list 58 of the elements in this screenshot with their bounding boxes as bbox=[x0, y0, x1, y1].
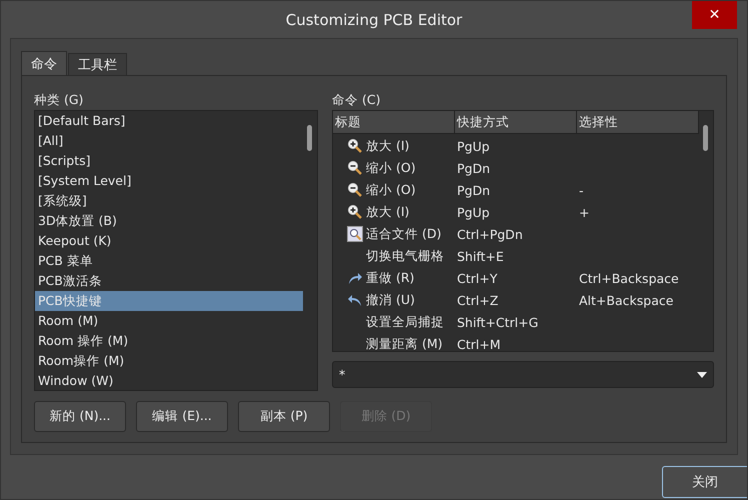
undo-arrow-icon bbox=[347, 293, 363, 307]
table-cell: Ctrl+M bbox=[457, 336, 500, 351]
category-item[interactable]: PCB 菜单 bbox=[35, 251, 303, 271]
zoom-out-icon bbox=[347, 182, 363, 198]
category-item[interactable]: [Default Bars] bbox=[35, 111, 303, 131]
dropdown-caret-icon bbox=[697, 372, 707, 378]
category-item[interactable]: Room操作 (M) bbox=[35, 351, 303, 371]
table-cell: Ctrl+Backspace bbox=[579, 270, 679, 286]
table-cell: 放大 (I) bbox=[366, 204, 410, 220]
table-cell: 切换电气栅格 bbox=[366, 248, 444, 264]
table-label: 命令 (C) bbox=[332, 91, 380, 109]
table-cell: PgUp bbox=[457, 138, 490, 154]
list-label: 种类 (G) bbox=[34, 91, 84, 109]
category-item[interactable]: [All] bbox=[35, 131, 303, 151]
table-cell: Shift+E bbox=[457, 248, 504, 264]
table-cell: 适合文件 (D) bbox=[366, 226, 442, 242]
close-dialog-button[interactable]: 关闭 bbox=[662, 466, 747, 498]
table-cell: 撤消 (U) bbox=[366, 292, 415, 308]
table-cell: Ctrl+Y bbox=[457, 270, 498, 286]
filter-dropdown[interactable]: * bbox=[332, 361, 714, 388]
action-button[interactable]: 新的 (N)... bbox=[34, 401, 126, 432]
zoom-in-icon bbox=[347, 204, 363, 220]
table-cell: 放大 (I) bbox=[366, 138, 410, 154]
fit-document-icon bbox=[347, 226, 363, 242]
category-item[interactable]: Window (W) bbox=[35, 371, 303, 390]
category-item[interactable]: 3D体放置 (B) bbox=[35, 211, 303, 231]
redo-arrow-icon bbox=[347, 271, 363, 285]
category-item[interactable]: [System Level] bbox=[35, 171, 303, 191]
zoom-out-icon bbox=[347, 160, 363, 176]
table-cell: 设置全局捕捉 bbox=[366, 314, 444, 330]
zoom-in-icon bbox=[347, 138, 363, 154]
tab[interactable]: 工具栏 bbox=[68, 53, 127, 75]
table-cell: - bbox=[579, 182, 584, 198]
category-item[interactable]: Keepout (K) bbox=[35, 231, 303, 251]
table-cell: 测量距离 (M) bbox=[366, 336, 443, 351]
window-title: Customizing PCB Editor bbox=[286, 10, 462, 28]
category-item[interactable]: [Scripts] bbox=[35, 151, 303, 171]
category-item[interactable]: [系统级] bbox=[35, 191, 303, 211]
table-cell: + bbox=[579, 204, 590, 220]
table-cell: Ctrl+PgDn bbox=[457, 226, 523, 242]
column-header[interactable]: 标题 bbox=[333, 111, 455, 133]
action-button[interactable]: 编辑 (E)... bbox=[136, 401, 228, 432]
action-button[interactable]: 副本 (P) bbox=[238, 401, 330, 432]
table-cell: PgDn bbox=[457, 160, 490, 176]
table-cell: PgUp bbox=[457, 204, 490, 220]
close-button[interactable]: ✕ bbox=[692, 1, 737, 29]
category-item[interactable]: Room (M) bbox=[35, 311, 303, 331]
tab[interactable]: 命令 bbox=[21, 51, 67, 75]
table-cell: 重做 (R) bbox=[366, 270, 414, 286]
table-cell: 缩小 (O) bbox=[366, 182, 416, 198]
table-cell: Shift+Ctrl+G bbox=[457, 314, 538, 330]
table-cell: Ctrl+Z bbox=[457, 292, 498, 308]
category-item[interactable]: PCB激活条 bbox=[35, 271, 303, 291]
table-cell: Alt+Backspace bbox=[579, 292, 674, 308]
column-header[interactable]: 快捷方式 bbox=[455, 111, 577, 133]
category-item[interactable]: Room 操作 (M) bbox=[35, 331, 303, 351]
table-cell: 缩小 (O) bbox=[366, 160, 416, 176]
table-cell: PgDn bbox=[457, 182, 490, 198]
